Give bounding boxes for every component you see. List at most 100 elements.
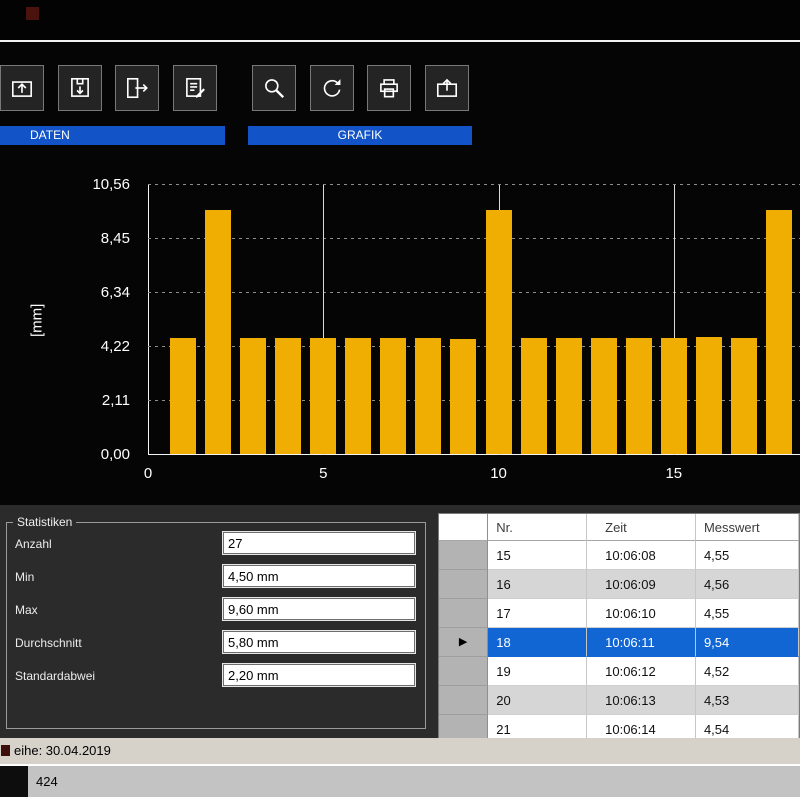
bar [731, 338, 757, 454]
bar [486, 210, 512, 454]
table-cell: 4,52 [696, 657, 799, 686]
h-gridline [148, 292, 800, 293]
row-selector[interactable]: ▶ [439, 628, 488, 657]
table-cell: 20 [488, 686, 587, 715]
export-window-icon [434, 75, 460, 101]
table-cell: 4,54 [696, 715, 799, 738]
y-tick-label: 2,11 [50, 392, 130, 410]
title-bar [0, 0, 800, 40]
daten-section-label-text: DATEN [30, 128, 70, 142]
app-icon [26, 7, 39, 20]
table-cell: 21 [488, 715, 587, 738]
y-tick-label: 10,56 [50, 176, 130, 194]
status-bar-icon [1, 745, 10, 756]
open-button[interactable] [0, 65, 44, 111]
row-selector-header [439, 514, 488, 541]
stat-value-field[interactable] [223, 598, 415, 620]
table-cell: 4,55 [696, 541, 799, 570]
stat-row: Anzahl [7, 529, 425, 562]
grafik-section-label-text: GRAFIK [338, 128, 383, 142]
bar [345, 338, 371, 454]
printer-icon [376, 75, 402, 101]
row-selector[interactable] [439, 715, 488, 738]
export-button[interactable] [115, 65, 159, 111]
stat-value-field[interactable] [223, 565, 415, 587]
table-cell: 4,55 [696, 599, 799, 628]
stat-label: Durchschnitt [15, 636, 82, 650]
table-row[interactable]: 1710:06:104,55 [439, 599, 799, 628]
table-cell: 10:06:11 [587, 628, 696, 657]
row-selector[interactable] [439, 570, 488, 599]
h-gridline [148, 238, 800, 239]
y-tick-label: 8,45 [50, 230, 130, 248]
table-cell: 10:06:10 [587, 599, 696, 628]
table-header-row: Nr.ZeitMesswert [439, 514, 799, 541]
bar [696, 337, 722, 454]
table-cell: 10:06:14 [587, 715, 696, 738]
stat-value-field[interactable] [223, 664, 415, 686]
y-tick-label: 6,34 [50, 284, 130, 302]
report-icon [182, 75, 208, 101]
x-tick-label: 10 [484, 465, 514, 482]
table-row[interactable]: 1610:06:094,56 [439, 570, 799, 599]
daten-button-group [0, 65, 230, 113]
bar [591, 338, 617, 454]
print-button[interactable] [367, 65, 411, 111]
toolbar: DATEN GRAFIK [0, 42, 800, 155]
x-axis-ticks: 051015 [148, 465, 800, 487]
table-cell: 10:06:12 [587, 657, 696, 686]
x-tick-label: 0 [133, 465, 163, 482]
stat-row: Standardabwei [7, 661, 425, 694]
row-selector[interactable] [439, 686, 488, 715]
refresh-button[interactable] [310, 65, 354, 111]
application-window: DATEN GRAFIK [mm] 0,002,114,226,348,4510… [0, 0, 800, 800]
column-header[interactable]: Zeit [587, 514, 696, 541]
bar [380, 338, 406, 454]
table-cell: 18 [488, 628, 587, 657]
table-cell: 10:06:09 [587, 570, 696, 599]
statistics-title: Statistiken [13, 515, 76, 529]
bar [521, 338, 547, 454]
y-tick-label: 0,00 [50, 446, 130, 464]
stat-label: Min [15, 570, 34, 584]
bar [661, 338, 687, 454]
measurements-table: Nr.ZeitMesswert1510:06:084,551610:06:094… [438, 513, 800, 738]
bar [205, 210, 231, 454]
x-tick-label: 15 [659, 465, 689, 482]
grafik-button-group [252, 65, 482, 113]
stat-value-field[interactable] [223, 631, 415, 653]
zoom-button[interactable] [252, 65, 296, 111]
bar [450, 339, 476, 454]
stat-label: Standardabwei [15, 669, 95, 683]
stat-row: Min [7, 562, 425, 595]
table-row[interactable]: 1910:06:124,52 [439, 657, 799, 686]
table-cell: 4,53 [696, 686, 799, 715]
measurement-chart: [mm] 0,002,114,226,348,4510,56 051015 [0, 155, 800, 505]
export-graph-button[interactable] [425, 65, 469, 111]
y-axis-ticks: 0,002,114,226,348,4510,56 [0, 185, 138, 455]
table-row[interactable]: 2010:06:134,53 [439, 686, 799, 715]
column-header[interactable]: Messwert [696, 514, 799, 541]
table-row[interactable]: ▶1810:06:119,54 [439, 628, 799, 657]
search-icon [261, 75, 287, 101]
save-button[interactable] [58, 65, 102, 111]
bar [240, 338, 266, 454]
stat-row: Max [7, 595, 425, 628]
bar [556, 338, 582, 454]
row-selector[interactable] [439, 657, 488, 686]
status-bar-text: eihe: 30.04.2019 [14, 738, 111, 764]
column-header[interactable]: Nr. [488, 514, 587, 541]
x-axis-line [148, 454, 800, 455]
report-button[interactable] [173, 65, 217, 111]
h-gridline [148, 184, 800, 185]
bottom-bar-text: 424 [36, 766, 58, 797]
statistics-fields: Anzahl Min Max Durchschnitt Standardabwei [7, 529, 425, 694]
y-axis-line [148, 185, 149, 455]
row-selector[interactable] [439, 599, 488, 628]
stat-value-field[interactable] [223, 532, 415, 554]
table-cell: 9,54 [696, 628, 799, 657]
bar [766, 210, 792, 454]
table-row[interactable]: 2110:06:144,54 [439, 715, 799, 738]
row-selector[interactable] [439, 541, 488, 570]
table-row[interactable]: 1510:06:084,55 [439, 541, 799, 570]
